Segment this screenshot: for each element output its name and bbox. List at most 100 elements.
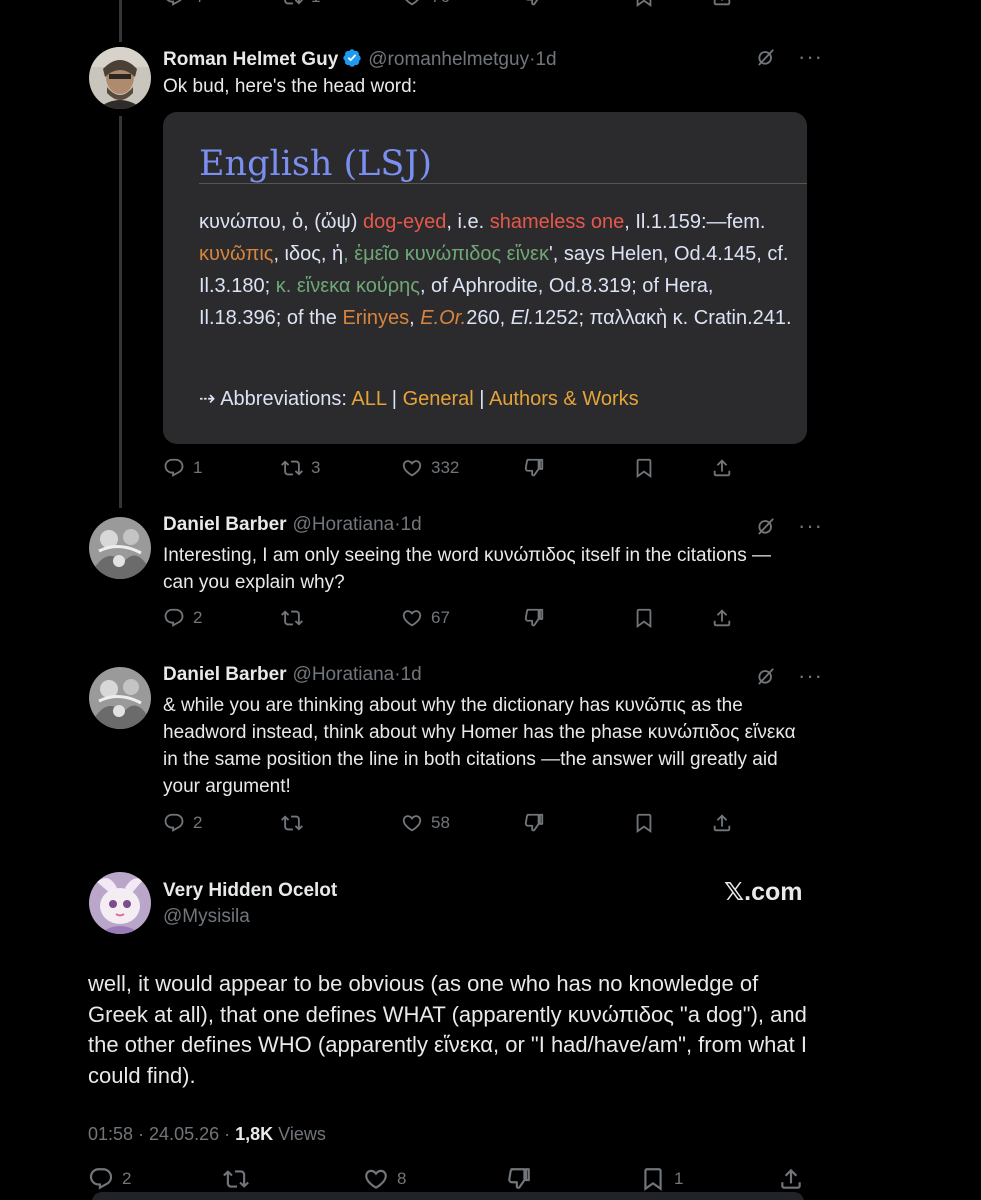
post-text: Ok bud, here's the head word: xyxy=(163,76,417,97)
bookmark-button[interactable] xyxy=(633,457,655,479)
more-options-icon[interactable]: ··· xyxy=(798,46,823,68)
author-handle[interactable]: @Mysisila xyxy=(163,906,250,928)
reply-button[interactable]: 1 xyxy=(163,457,202,479)
dislike-button[interactable] xyxy=(523,0,545,8)
more-options-icon[interactable]: ··· xyxy=(798,515,823,537)
views-label: Views xyxy=(273,1124,326,1144)
avatar[interactable] xyxy=(89,667,151,729)
abbr-prefix: ⇢ Abbreviations: xyxy=(199,388,352,410)
like-button[interactable]: 332 xyxy=(401,457,459,479)
lsj-link: E.Or. xyxy=(420,307,467,329)
reply-button[interactable]: 2 xyxy=(163,607,202,629)
lsj-text: , xyxy=(409,307,421,329)
main-post-handle-row: @Mysisila xyxy=(163,906,250,928)
repost-button[interactable]: 1 xyxy=(281,0,320,8)
lsj-text: , Il.1.159:—fem. xyxy=(624,211,766,233)
repost-button[interactable] xyxy=(281,607,311,629)
more-options-icon[interactable]: ··· xyxy=(798,665,823,687)
grok-icon[interactable] xyxy=(756,516,776,536)
share-button[interactable] xyxy=(711,607,733,629)
author-name[interactable]: Daniel Barber xyxy=(163,664,287,686)
like-count: 332 xyxy=(431,458,460,477)
main-post-header: Very Hidden Ocelot xyxy=(163,880,337,902)
share-button[interactable] xyxy=(711,812,733,834)
post-header: Roman Helmet Guy @romanhelmetguy · 1d xyxy=(163,45,557,71)
dislike-button[interactable] xyxy=(523,607,545,629)
repost-count: 1 xyxy=(311,0,320,7)
post-header: Daniel Barber @Horatiana · 1d xyxy=(163,664,422,686)
like-button[interactable]: 58 xyxy=(401,812,450,834)
author-handle[interactable]: @Horatiana xyxy=(293,664,395,686)
reply-count: 1 xyxy=(193,458,203,477)
author-handle[interactable]: @Horatiana xyxy=(293,514,395,536)
lsj-text: κυνώπου, ὁ, (ὤψ) xyxy=(199,211,363,233)
lsj-quote: , ἐμεῖο κυνώπιδος εἵνεκ xyxy=(343,243,549,265)
repost-button[interactable]: 3 xyxy=(281,457,320,479)
abbr-separator: | xyxy=(473,388,489,410)
reply-count: 2 xyxy=(193,608,203,627)
share-button[interactable] xyxy=(711,457,733,479)
like-button[interactable]: 76 xyxy=(401,0,450,8)
dislike-button[interactable] xyxy=(523,457,545,479)
lsj-link: Erinyes xyxy=(342,307,410,329)
post-time[interactable]: 1d xyxy=(535,49,556,71)
post-time[interactable]: 1d xyxy=(401,514,422,536)
share-button[interactable] xyxy=(711,0,733,8)
author-name[interactable]: Daniel Barber xyxy=(163,514,287,536)
author-handle[interactable]: @romanhelmetguy xyxy=(368,49,529,71)
repost-button[interactable] xyxy=(281,812,311,834)
lsj-divider xyxy=(199,183,807,184)
reply-button[interactable]: 2 xyxy=(163,812,202,834)
lsj-title: English (LSJ) xyxy=(199,144,433,184)
bookmark-button[interactable] xyxy=(633,812,655,834)
thread-line-1 xyxy=(119,116,122,508)
author-name[interactable]: Roman Helmet Guy xyxy=(163,49,338,71)
post-text: & while you are thinking about why the d… xyxy=(163,695,796,797)
lsj-feminine-form: κυνῶπις xyxy=(199,243,274,265)
post-timestamp[interactable]: 01:58 · 24.05.26 · xyxy=(88,1124,235,1144)
xcom-logo: 𝕏.com xyxy=(724,878,803,906)
previous-post-actions: 4 1 76 xyxy=(163,0,743,10)
reply-button[interactable]: 4 xyxy=(163,0,202,8)
lsj-quote: κ. εἵνεκα κούρης xyxy=(275,275,420,297)
reply-count: 4 xyxy=(193,0,202,7)
like-button[interactable]: 8 xyxy=(363,1166,406,1192)
like-button[interactable]: 67 xyxy=(401,607,450,629)
dislike-button[interactable] xyxy=(506,1166,532,1192)
post-meta: 01:58 · 24.05.26 · 1,8K Views xyxy=(88,1124,326,1145)
reply-count: 2 xyxy=(122,1169,132,1188)
share-button[interactable] xyxy=(778,1166,804,1192)
lsj-gloss: dog-eyed xyxy=(362,211,447,233)
like-count: 8 xyxy=(397,1169,407,1188)
post-top-icons: ··· xyxy=(756,515,823,537)
grok-icon[interactable] xyxy=(756,666,776,686)
post-text: Interesting, I am only seeing the word κ… xyxy=(163,545,772,593)
bookmark-button[interactable]: 1 xyxy=(640,1166,683,1192)
repost-button[interactable] xyxy=(223,1166,249,1192)
post-actions: 2 67 xyxy=(163,607,743,631)
avatar[interactable] xyxy=(89,47,151,109)
main-post-actions: 2 8 1 xyxy=(88,1166,808,1190)
grok-icon[interactable] xyxy=(756,47,776,67)
abbr-separator: | xyxy=(386,388,403,410)
post-top-icons: ··· xyxy=(756,46,823,68)
post-time[interactable]: 1d xyxy=(401,664,422,686)
post-header: Daniel Barber @Horatiana · 1d xyxy=(163,514,422,536)
abbr-authors-link: Authors & Works xyxy=(488,388,639,410)
lsj-text: El. xyxy=(510,307,535,329)
reply-composer-bar[interactable] xyxy=(92,1192,804,1200)
reply-button[interactable]: 2 xyxy=(88,1166,131,1192)
verified-badge-icon xyxy=(342,48,362,68)
like-count: 67 xyxy=(431,608,450,627)
avatar[interactable] xyxy=(89,517,151,579)
lsj-abbreviations: ⇢ Abbreviations: ALL | General | Authors… xyxy=(199,386,639,411)
abbr-all-link: ALL xyxy=(351,388,387,410)
bookmark-count: 1 xyxy=(674,1169,684,1188)
bookmark-button[interactable] xyxy=(633,0,655,8)
post-actions: 1 3 332 xyxy=(163,457,743,481)
attached-image[interactable]: English (LSJ) κυνώπου, ὁ, (ὤψ) dog-eyed,… xyxy=(163,112,807,444)
avatar[interactable] xyxy=(89,872,151,934)
bookmark-button[interactable] xyxy=(633,607,655,629)
dislike-button[interactable] xyxy=(523,812,545,834)
author-name[interactable]: Very Hidden Ocelot xyxy=(163,880,337,902)
